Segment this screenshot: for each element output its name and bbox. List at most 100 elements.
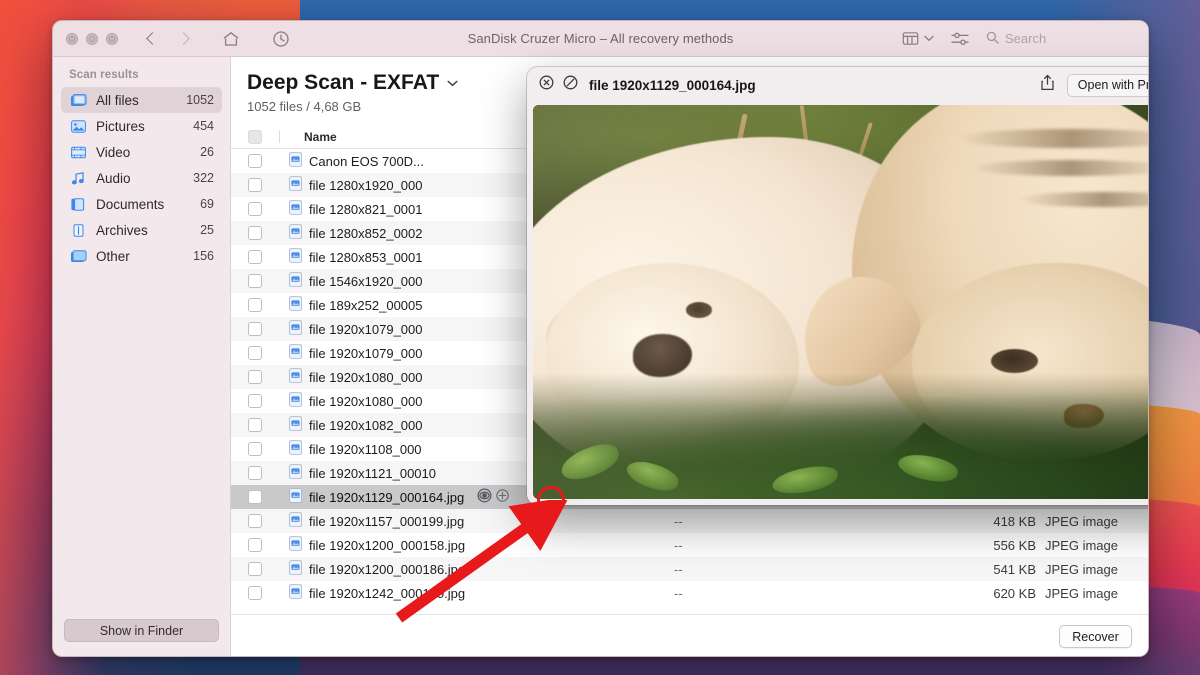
sidebar-item-video[interactable]: Video 26 (61, 139, 222, 165)
file-type-icon (289, 152, 302, 170)
file-type-icon (289, 344, 302, 362)
file-type-icon (289, 488, 302, 506)
sidebar-item-label: Archives (96, 222, 148, 238)
file-type-icon (289, 296, 302, 314)
rescan-icon[interactable] (272, 30, 290, 48)
back-button[interactable] (146, 30, 159, 48)
row-type: JPEG image (1045, 537, 1118, 553)
open-with-preview-button[interactable]: Open with Preview (1066, 73, 1148, 97)
row-date: -- (674, 513, 683, 529)
row-size: 620 KB (993, 585, 1036, 601)
home-icon[interactable] (222, 31, 240, 47)
table-row[interactable]: file 1920x1157_000199.jpg -- 418 KB JPEG im… (231, 509, 1148, 533)
row-date: -- (674, 561, 683, 577)
table-row[interactable]: file 1920x1242_000159.jpg -- 620 KB JPEG im… (231, 581, 1148, 605)
sidebar-item-pictures[interactable]: Pictures 454 (61, 113, 222, 139)
row-size: 556 KB (993, 537, 1036, 553)
file-name: file 1920x1129_000164.jpg (309, 489, 465, 505)
close-icon[interactable] (539, 75, 554, 95)
select-all-checkbox[interactable] (231, 129, 279, 144)
sidebar-item-archives[interactable]: Archives 25 (61, 217, 222, 243)
sidebar-item-audio[interactable]: Audio 322 (61, 165, 222, 191)
file-type-icon (289, 584, 302, 602)
file-type-icon (289, 272, 302, 290)
sidebar-item-count: 156 (193, 249, 214, 263)
zoom-window-button[interactable] (106, 32, 118, 45)
file-name: file 1280x821_0001 (309, 201, 423, 217)
view-mode-icon[interactable] (902, 31, 919, 46)
quick-look-title: file 1920x1129_000164.jpg (589, 77, 756, 93)
photo-sunlight (533, 105, 1148, 499)
quick-look-header: file 1920x1129_000164.jpg Open with Prev… (527, 67, 1148, 103)
row-checkbox[interactable] (231, 442, 279, 456)
row-checkbox[interactable] (231, 514, 279, 528)
recover-button[interactable]: Recover (1059, 625, 1132, 648)
search-input[interactable] (1005, 31, 1110, 46)
row-date: -- (674, 585, 683, 601)
row-checkbox[interactable] (231, 586, 279, 600)
show-in-finder-button[interactable]: Show in Finder (64, 619, 219, 642)
quick-look-image[interactable] (533, 105, 1148, 499)
row-checkbox[interactable] (231, 154, 279, 168)
file-name: file 1546x1920_000 (309, 273, 423, 289)
minimize-window-button[interactable] (86, 32, 98, 45)
sidebar-item-count: 454 (193, 119, 214, 133)
row-checkbox[interactable] (231, 346, 279, 360)
table-row[interactable]: file 1920x1200_000158.jpg -- 556 KB JPEG im… (231, 533, 1148, 557)
row-name-cell[interactable]: file 1920x1242_000159.jpg (279, 584, 674, 602)
row-checkbox[interactable] (231, 226, 279, 240)
sidebar-item-count: 322 (193, 171, 214, 185)
file-type-icon (289, 464, 302, 482)
row-name-cell[interactable]: file 1920x1200_000158.jpg (279, 536, 674, 554)
desktop-background: SanDisk Cruzer Micro – All recovery meth… (0, 0, 1200, 675)
row-checkbox[interactable] (231, 394, 279, 408)
recovery-app-window: SanDisk Cruzer Micro – All recovery meth… (52, 20, 1149, 657)
row-checkbox[interactable] (231, 418, 279, 432)
sidebar-item-count: 1052 (186, 93, 214, 107)
filter-sliders-icon[interactable] (950, 31, 970, 47)
row-checkbox[interactable] (231, 538, 279, 552)
sidebar-item-count: 25 (200, 223, 214, 237)
search-box[interactable] (986, 31, 1134, 47)
row-checkbox[interactable] (231, 370, 279, 384)
toolbar-right (902, 31, 1148, 47)
row-checkbox[interactable] (231, 178, 279, 192)
chevron-down-icon[interactable] (447, 75, 458, 90)
row-checkbox[interactable] (231, 250, 279, 264)
sidebar-item-label: Video (96, 144, 131, 160)
quick-look-eye-icon[interactable] (477, 488, 492, 506)
quick-look-actions: Open with Preview (1040, 73, 1148, 97)
row-checkbox[interactable] (231, 322, 279, 336)
chevron-down-icon[interactable] (924, 35, 934, 42)
quick-look-window: file 1920x1129_000164.jpg Open with Prev… (527, 67, 1148, 505)
row-checkbox[interactable] (231, 202, 279, 216)
sidebar-item-other[interactable]: Other 156 (61, 243, 222, 269)
row-checkbox[interactable] (231, 274, 279, 288)
sidebar-item-label: Documents (96, 196, 165, 212)
row-actions[interactable] (477, 488, 509, 506)
row-checkbox[interactable] (231, 562, 279, 576)
file-type-icon (289, 536, 302, 554)
table-row[interactable]: file 1920x1200_000186.jpg -- 541 KB JPEG im… (231, 557, 1148, 581)
row-type: JPEG image (1045, 585, 1118, 601)
file-name: file 189x252_00005 (309, 297, 423, 313)
other-icon (70, 249, 87, 264)
row-checkbox[interactable] (231, 466, 279, 480)
file-name: file 1920x1080_000 (309, 369, 423, 385)
file-name: file 1280x852_0002 (309, 225, 423, 241)
row-checkbox[interactable] (231, 490, 279, 504)
file-name: file 1920x1157_000199.jpg (309, 513, 465, 529)
row-name-cell[interactable]: file 1920x1157_000199.jpg (279, 512, 674, 530)
forward-button[interactable] (177, 30, 190, 48)
sidebar-item-label: Other (96, 248, 130, 264)
row-name-cell[interactable]: file 1920x1200_000186.jpg (279, 560, 674, 578)
close-window-button[interactable] (66, 32, 78, 45)
fullscreen-icon[interactable] (563, 75, 578, 95)
share-icon[interactable] (1040, 74, 1055, 96)
add-marker-icon[interactable] (496, 489, 509, 505)
row-checkbox[interactable] (231, 298, 279, 312)
file-name: file 1920x1082_000 (309, 417, 423, 433)
sidebar-item-documents[interactable]: Documents 69 (61, 191, 222, 217)
sidebar-item-all-files[interactable]: All files 1052 (61, 87, 222, 113)
file-name: file 1280x853_0001 (309, 249, 423, 265)
